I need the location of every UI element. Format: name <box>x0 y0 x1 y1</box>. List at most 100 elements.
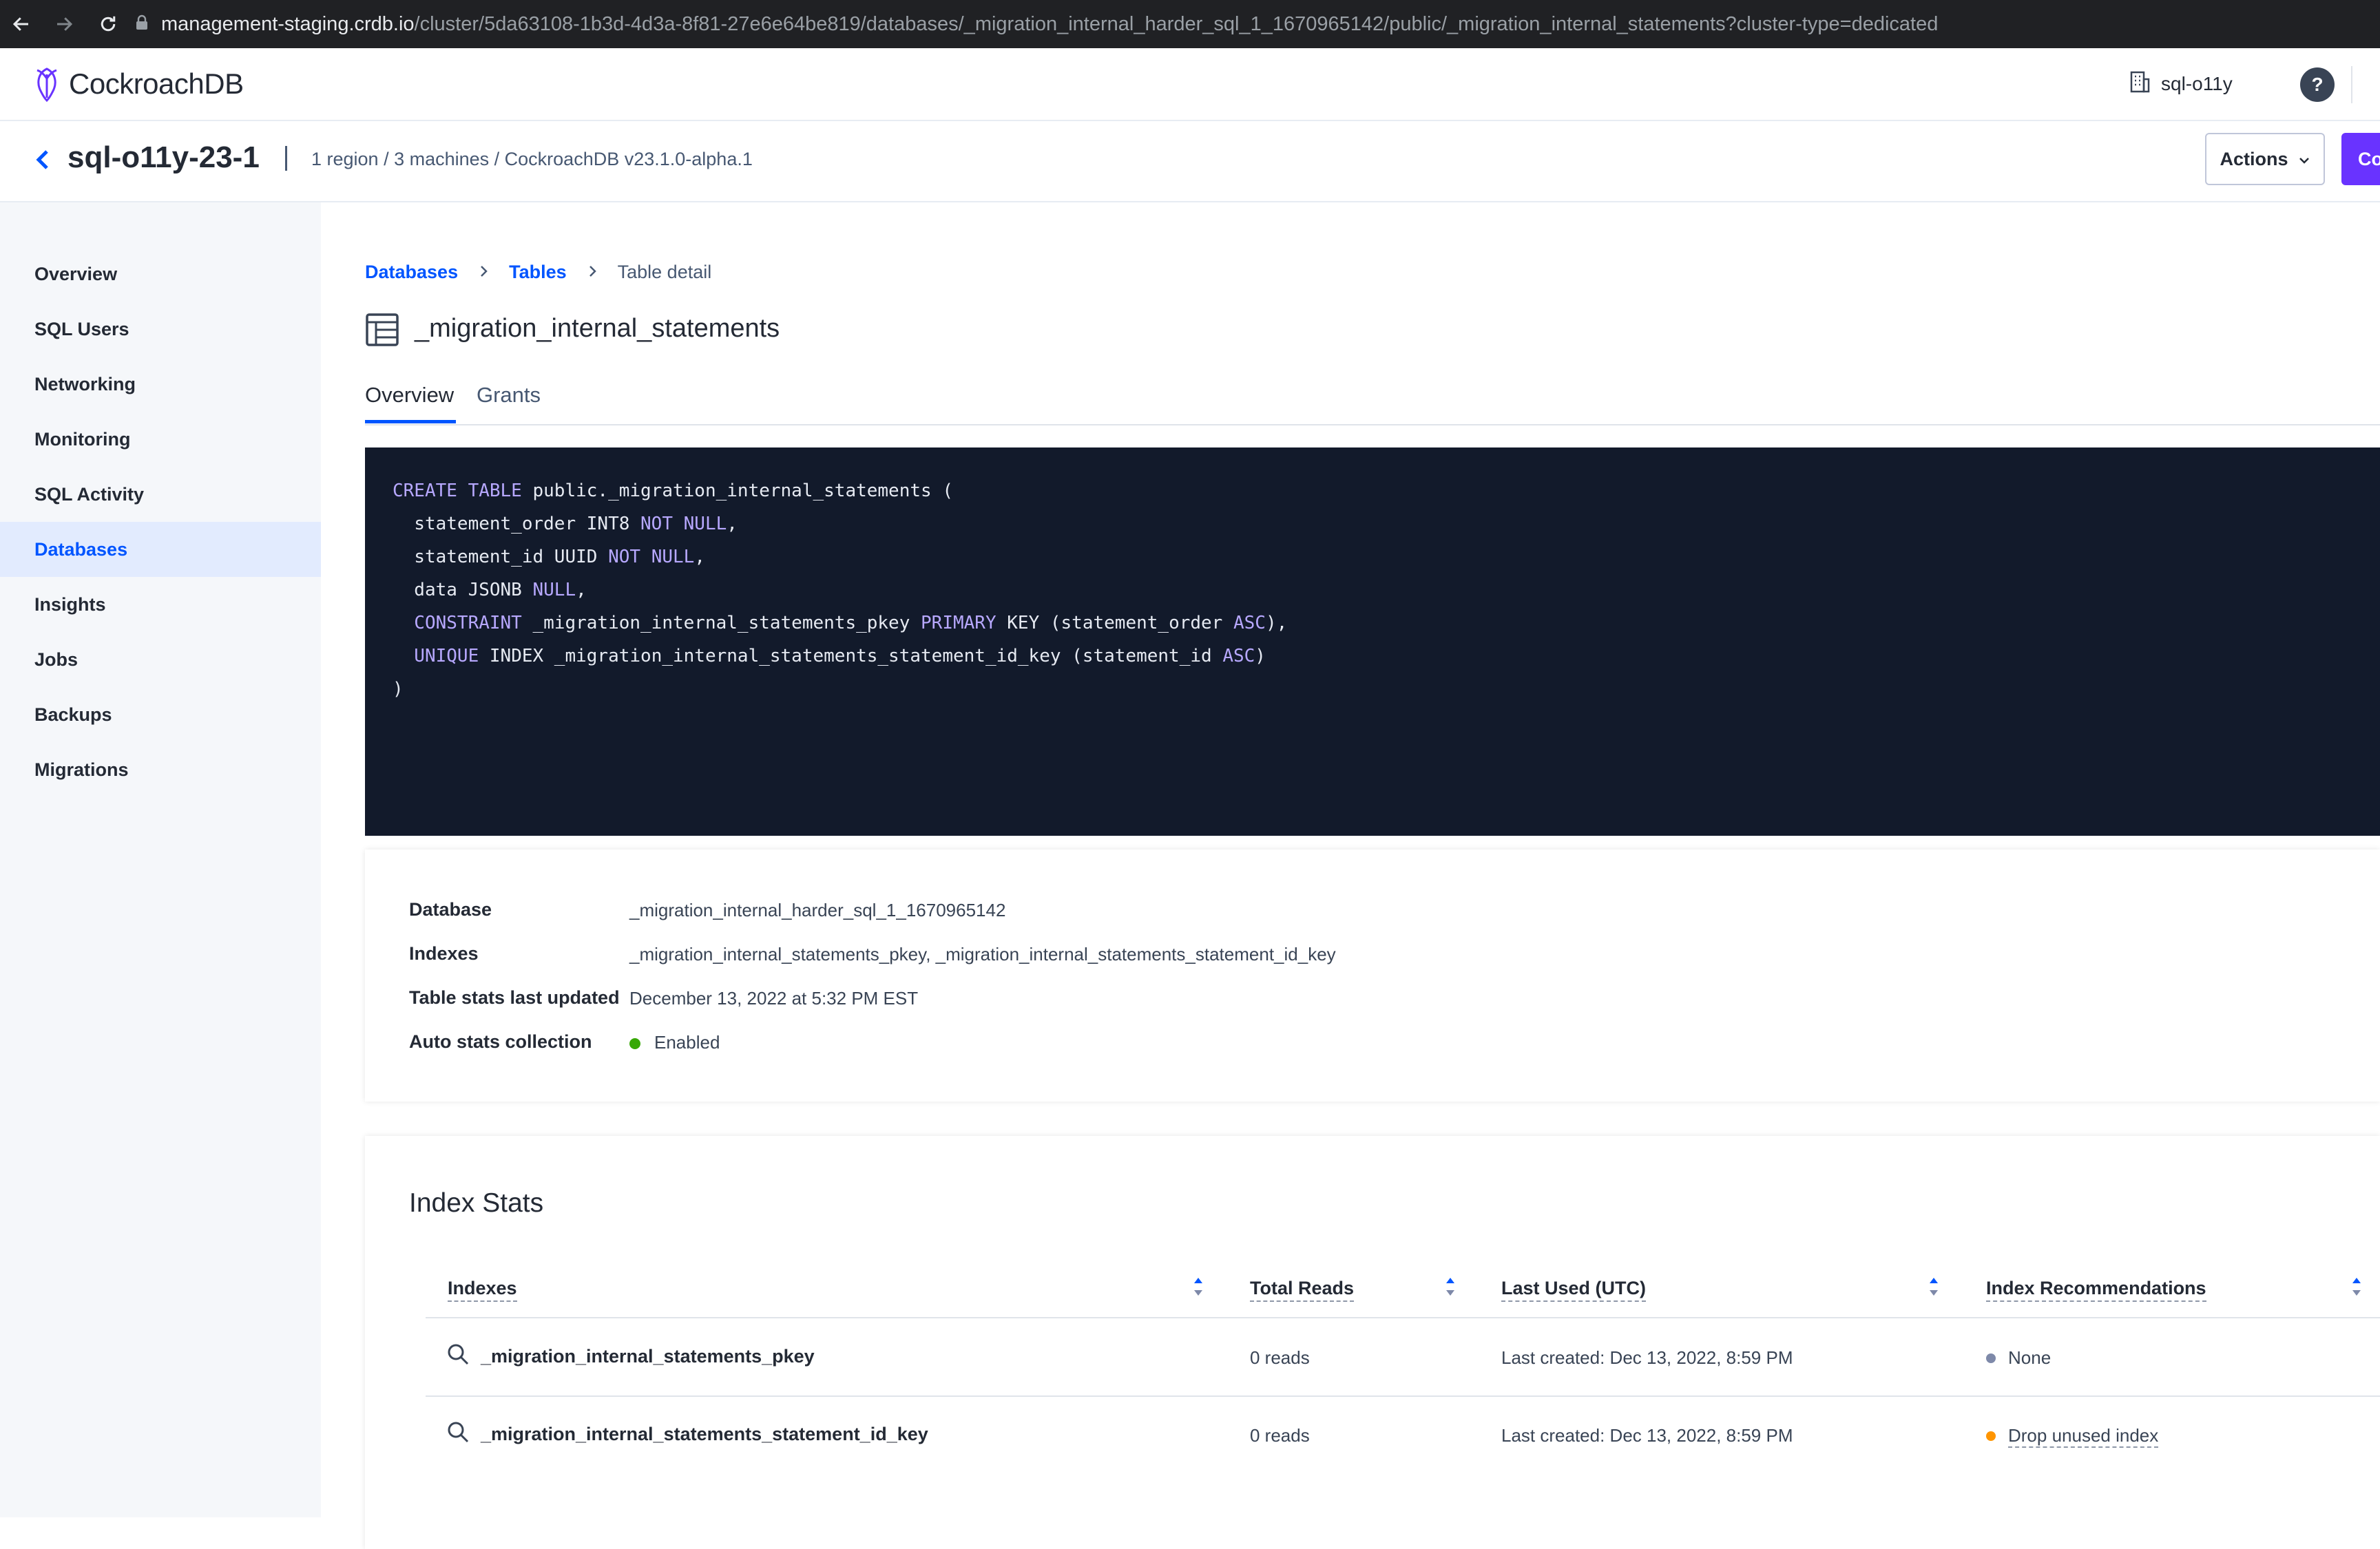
chevron-right-icon <box>479 262 488 283</box>
active-tab-indicator <box>365 420 456 423</box>
index-name-link[interactable]: _migration_internal_statements_statement… <box>481 1424 928 1445</box>
sidebar-item-monitoring[interactable]: Monitoring <box>0 412 321 467</box>
cluster-meta: 1 region / 3 machines / CockroachDB v23.… <box>311 149 753 169</box>
sidebar-item-backups[interactable]: Backups <box>0 687 321 742</box>
auto-stats-label: Auto stats collection <box>409 1031 592 1052</box>
back-icon[interactable] <box>4 7 39 41</box>
sidebar-item-label: Monitoring <box>34 428 131 450</box>
table-summary-card <box>365 850 2380 1102</box>
sidebar-item-sql-activity[interactable]: SQL Activity <box>0 467 321 522</box>
index-stats-card <box>365 1136 2380 1549</box>
breadcrumb-current: Table detail <box>617 262 712 282</box>
sql-keyword: PRIMARY <box>921 613 996 633</box>
column-header-total-reads[interactable]: Total Reads <box>1250 1278 1355 1302</box>
sidebar-item-jobs[interactable]: Jobs <box>0 632 321 687</box>
sql-keyword: NOT NULL <box>640 514 727 534</box>
breadcrumb-tables-link[interactable]: Tables <box>509 262 567 283</box>
connect-label: Co <box>2358 148 2380 169</box>
forward-icon[interactable] <box>47 7 81 41</box>
tab-overview[interactable]: Overview <box>365 383 454 408</box>
sql-text: ) <box>1255 646 1266 666</box>
sql-keyword: CONSTRAINT <box>393 613 522 633</box>
cluster-name: sql-o11y-23-1 <box>67 140 260 174</box>
auto-stats-value: Enabled <box>654 1032 720 1053</box>
header-divider <box>2351 66 2352 103</box>
code-line: ) <box>393 679 404 699</box>
breadcrumb: Databases Tables Table detail <box>365 262 711 283</box>
sort-icon[interactable] <box>2351 1275 2362 1298</box>
chevron-down-icon <box>2298 149 2310 170</box>
column-header-last-used[interactable]: Last Used (UTC) <box>1501 1278 1647 1302</box>
table-row-divider <box>426 1395 2380 1397</box>
create-statement-panel <box>365 447 2380 836</box>
tabs-divider <box>365 424 2380 425</box>
database-value: _migration_internal_harder_sql_1_1670965… <box>629 900 1006 920</box>
sidebar-item-label: SQL Activity <box>34 483 145 505</box>
database-label: Database <box>409 899 492 920</box>
status-dot-icon <box>629 1038 640 1049</box>
lock-icon <box>135 14 149 34</box>
sidebar-item-databases[interactable]: Databases <box>0 522 321 577</box>
recommendation-dot-icon <box>1986 1431 1996 1441</box>
code-line: data JSONB NULL, <box>393 580 587 600</box>
building-icon <box>2129 70 2150 97</box>
url-text: management-staging.crdb.io/cluster/5da63… <box>161 13 1938 36</box>
sidebar-item-insights[interactable]: Insights <box>0 577 321 632</box>
address-bar[interactable]: management-staging.crdb.io/cluster/5da63… <box>135 6 2380 43</box>
stats-updated-value: December 13, 2022 at 5:32 PM EST <box>629 988 919 1009</box>
sql-keyword: NULL <box>532 580 576 600</box>
column-header-index-recommendations[interactable]: Index Recommendations <box>1986 1278 2206 1302</box>
app-header <box>0 48 2380 121</box>
cockroach-logo-icon[interactable] <box>32 65 62 107</box>
sql-text: KEY (statement_order <box>996 613 1233 633</box>
sql-keyword: ASC <box>1222 646 1255 666</box>
sidebar: Overview SQL Users Networking Monitoring… <box>0 202 321 1517</box>
page-title: _migration_internal_statements <box>415 314 780 343</box>
sidebar-item-label: Insights <box>34 593 106 615</box>
index-stats-title: Index Stats <box>409 1188 544 1218</box>
code-line: CREATE TABLE public._migration_internal_… <box>393 481 953 501</box>
sql-text: , <box>576 580 587 600</box>
sidebar-item-sql-users[interactable]: SQL Users <box>0 302 321 357</box>
sql-keyword: CREATE TABLE <box>393 481 522 501</box>
url-host: management-staging.crdb.io <box>161 12 415 35</box>
org-name: sql-o11y <box>2161 72 2233 94</box>
last-used-cell: Last created: Dec 13, 2022, 8:59 PM <box>1501 1425 1793 1446</box>
cluster-separator <box>285 146 287 171</box>
sidebar-item-label: Overview <box>34 263 118 284</box>
table-divider <box>426 1317 2380 1318</box>
indexes-value: _migration_internal_statements_pkey, _mi… <box>629 944 1336 965</box>
drop-unused-index-link[interactable]: Drop unused index <box>2008 1425 2159 1448</box>
last-used-cell: Last created: Dec 13, 2022, 8:59 PM <box>1501 1347 1793 1368</box>
recommendation-cell: None <box>2008 1347 2052 1368</box>
back-chevron-icon[interactable] <box>30 146 55 173</box>
indexes-label: Indexes <box>409 943 479 964</box>
sidebar-item-label: Jobs <box>34 649 79 670</box>
code-line: statement_id UUID NOT NULL, <box>393 547 705 567</box>
total-reads-cell: 0 reads <box>1250 1425 1310 1446</box>
connect-button[interactable]: Co <box>2341 133 2380 185</box>
column-header-indexes[interactable]: Indexes <box>448 1278 517 1302</box>
chevron-right-icon <box>587 262 597 283</box>
breadcrumb-databases-link[interactable]: Databases <box>365 262 458 283</box>
sql-keyword: ASC <box>1233 613 1266 633</box>
sort-icon[interactable] <box>1445 1275 1456 1298</box>
total-reads-cell: 0 reads <box>1250 1347 1310 1368</box>
tab-grants[interactable]: Grants <box>477 383 541 408</box>
sidebar-item-label: Backups <box>34 704 112 725</box>
sidebar-item-overview[interactable]: Overview <box>0 246 321 302</box>
sort-icon[interactable] <box>1928 1275 1939 1298</box>
sort-icon[interactable] <box>1193 1275 1204 1298</box>
search-icon <box>448 1422 469 1443</box>
logo-text[interactable]: CockroachDB <box>69 67 244 101</box>
table-icon <box>365 313 399 347</box>
sidebar-item-migrations[interactable]: Migrations <box>0 742 321 797</box>
sql-text: data JSONB <box>393 580 533 600</box>
sidebar-item-networking[interactable]: Networking <box>0 357 321 412</box>
sql-text: INDEX _migration_internal_statements_sta… <box>479 646 1223 666</box>
reload-icon[interactable] <box>91 7 125 41</box>
org-selector[interactable]: sql-o11y <box>2129 70 2233 97</box>
actions-button[interactable]: Actions <box>2205 133 2325 185</box>
index-name-link[interactable]: _migration_internal_statements_pkey <box>481 1346 815 1367</box>
help-icon[interactable]: ? <box>2300 67 2335 102</box>
